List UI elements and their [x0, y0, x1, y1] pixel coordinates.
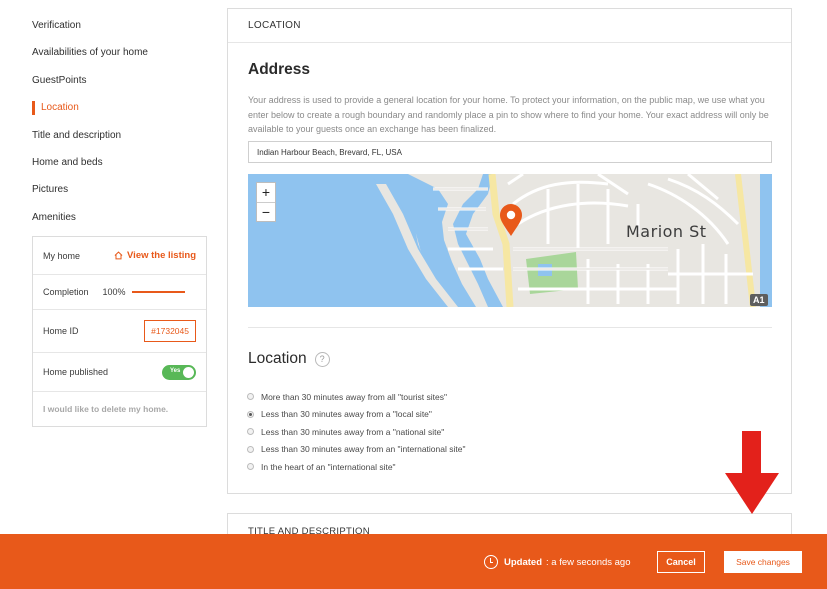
location-option-3[interactable]: Less than 30 minutes away from a "nation…: [247, 423, 465, 441]
view-listing-link[interactable]: View the listing: [114, 250, 196, 261]
location-option-4[interactable]: Less than 30 minutes away from an "inter…: [247, 441, 465, 459]
location-section-header: LOCATION: [228, 9, 791, 43]
sidebar-item-guestpoints[interactable]: GuestPoints: [32, 69, 207, 96]
updated-label: Updated: [504, 556, 542, 568]
help-icon[interactable]: ?: [314, 351, 330, 367]
sidebar-item-title-description[interactable]: Title and description: [32, 124, 207, 151]
radio-icon[interactable]: [247, 463, 254, 471]
save-bar: Updated : a few seconds ago Cancel Save …: [0, 534, 827, 589]
sidebar-item-availabilities[interactable]: Availabilities of your home: [32, 41, 207, 68]
location-title-text: Location: [248, 350, 307, 367]
updated-time: : a few seconds ago: [546, 556, 631, 568]
radio-icon[interactable]: [247, 428, 254, 436]
completion-label: Completion: [43, 287, 89, 297]
location-option-1[interactable]: More than 30 minutes away from all "tour…: [247, 388, 465, 406]
sidebar-item-home-beds[interactable]: Home and beds: [32, 151, 207, 178]
cancel-button[interactable]: Cancel: [657, 551, 705, 573]
updated-status: Updated : a few seconds ago: [484, 555, 631, 569]
my-home-panel: My home View the listing Completion 100%…: [32, 236, 207, 427]
location-option-label: Less than 30 minutes away from a "nation…: [261, 426, 445, 437]
address-description: Your address is used to provide a genera…: [248, 95, 769, 134]
completion-progress-bar: [131, 291, 185, 293]
location-subtitle: Location ?: [248, 350, 330, 368]
arrow-down-icon: [725, 431, 779, 514]
zoom-out-button[interactable]: −: [257, 202, 275, 221]
location-option-2[interactable]: Less than 30 minutes away from a "local …: [247, 406, 465, 424]
location-option-label: More than 30 minutes away from all "tour…: [261, 391, 448, 402]
home-published-toggle[interactable]: Yes: [162, 364, 196, 380]
home-id-label: Home ID: [43, 326, 79, 336]
address-input[interactable]: [248, 141, 772, 163]
clock-icon: [484, 555, 498, 569]
sidebar-item-location[interactable]: Location: [32, 96, 207, 123]
completion-value: 100%: [102, 287, 126, 297]
sidebar-item-pictures[interactable]: Pictures: [32, 178, 207, 205]
map-zoom-controls: + −: [256, 182, 276, 222]
zoom-in-button[interactable]: +: [257, 183, 275, 202]
sidebar-item-verification[interactable]: Verification: [32, 14, 207, 41]
radio-icon[interactable]: [247, 445, 254, 453]
map-road-badge: A1: [750, 294, 768, 306]
toggle-knob: [183, 366, 194, 378]
sidebar-item-amenities[interactable]: Amenities: [32, 206, 207, 233]
my-home-title: My home: [43, 250, 81, 261]
radio-checked-icon[interactable]: [247, 410, 254, 418]
address-title: Address: [248, 61, 311, 78]
section-divider: [248, 327, 772, 328]
save-changes-button[interactable]: Save changes: [724, 551, 802, 573]
radio-icon[interactable]: [247, 393, 254, 401]
delete-home-link[interactable]: I would like to delete my home.: [43, 404, 168, 414]
home-id-value[interactable]: #1732045: [144, 320, 196, 342]
location-option-label: Less than 30 minutes away from an "inter…: [261, 444, 466, 455]
home-icon: [114, 251, 123, 260]
home-published-label: Home published: [43, 367, 109, 377]
location-option-label: Less than 30 minutes away from a "local …: [261, 409, 432, 420]
location-options: More than 30 minutes away from all "tour…: [247, 388, 465, 476]
location-option-label: In the heart of an "international site": [261, 461, 396, 472]
location-card: LOCATION Address Your address is used to…: [227, 8, 792, 494]
location-option-5[interactable]: In the heart of an "international site": [247, 458, 465, 476]
toggle-label: Yes: [170, 367, 181, 374]
location-map[interactable]: + − Marion St A1: [248, 174, 772, 307]
sidebar-nav: Verification Availabilities of your home…: [32, 14, 207, 233]
view-listing-label: View the listing: [127, 250, 196, 261]
map-street-label: Marion St: [626, 222, 707, 241]
